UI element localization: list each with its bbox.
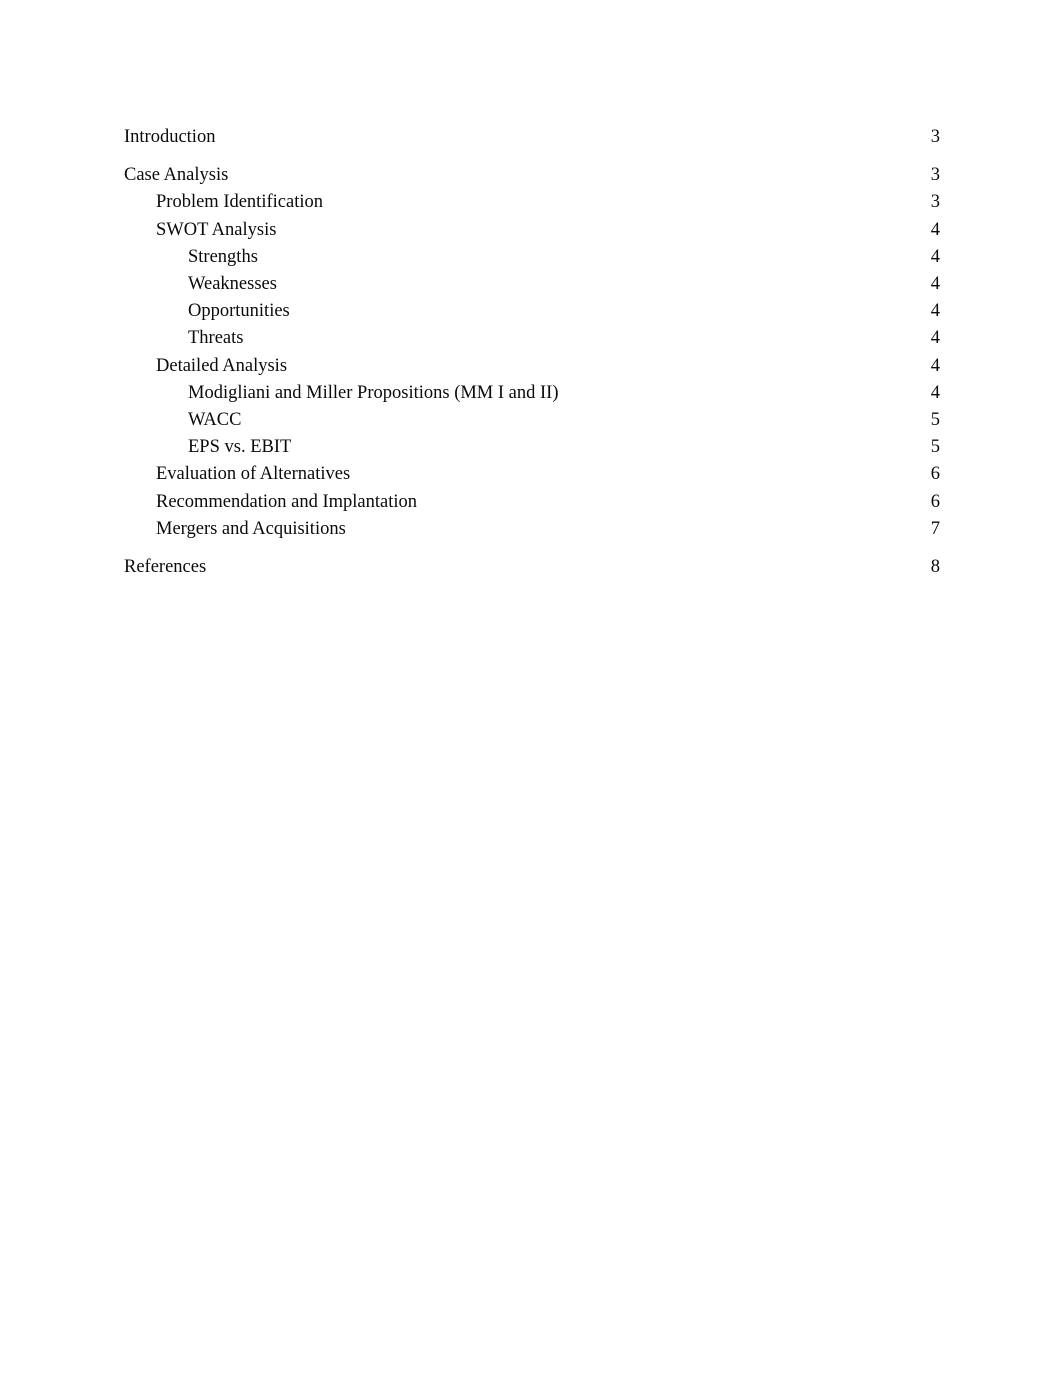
- toc-entry[interactable]: Case Analysis 3: [124, 162, 940, 189]
- toc-entry-page-number: 6: [930, 464, 940, 485]
- toc-entry[interactable]: Detailed Analysis 4: [124, 353, 940, 380]
- toc-entry-page-number: 6: [930, 491, 940, 512]
- toc-entry[interactable]: SWOT Analysis 4: [124, 217, 940, 244]
- toc-entry-title: Case Analysis: [124, 165, 229, 186]
- toc-entry-page-number: 3: [930, 192, 940, 213]
- toc-entry[interactable]: Strengths 4: [124, 244, 940, 271]
- toc-entry-page-number: 4: [930, 382, 940, 403]
- toc-entry-title: References: [124, 557, 207, 578]
- toc-entry-title: Modigliani and Miller Propositions (MM I…: [188, 382, 559, 403]
- toc-entry[interactable]: EPS vs. EBIT 5: [124, 434, 940, 461]
- toc-entry-title: Threats: [188, 328, 244, 349]
- toc-entry-page-number: 3: [930, 165, 940, 186]
- toc-entry-page-number: 4: [930, 328, 940, 349]
- toc-entry-title: Mergers and Acquisitions: [156, 518, 346, 539]
- toc-entry[interactable]: Problem Identification 3: [124, 189, 940, 216]
- toc-entry-page-number: 8: [930, 557, 940, 578]
- toc-entry[interactable]: References 8: [124, 554, 940, 581]
- toc-entry[interactable]: Introduction 3: [124, 124, 940, 151]
- toc-entry-title: Recommendation and Implantation: [156, 491, 417, 512]
- toc-entry[interactable]: Weaknesses 4: [124, 271, 940, 298]
- toc-entry-page-number: 5: [930, 410, 940, 431]
- toc-entry[interactable]: Mergers and Acquisitions 7: [124, 516, 940, 543]
- document-page: Introduction 3 Case Analysis 3 Problem Ident…: [0, 0, 1062, 1376]
- toc-entry-title: Opportunities: [188, 301, 290, 322]
- toc-entry-page-number: 7: [930, 518, 940, 539]
- toc-entry-title: Detailed Analysis: [156, 355, 288, 376]
- toc-entry[interactable]: Opportunities 4: [124, 298, 940, 325]
- toc-entry-title: Weaknesses: [188, 274, 277, 295]
- toc-entry-page-number: 4: [930, 355, 940, 376]
- table-of-contents: Introduction 3 Case Analysis 3 Problem Ident…: [124, 124, 940, 581]
- toc-entry-page-number: 3: [930, 127, 940, 147]
- toc-entry-page-number: 4: [930, 246, 940, 267]
- toc-entry-title: Evaluation of Alternatives: [156, 464, 351, 485]
- toc-entry-title: SWOT Analysis: [156, 219, 277, 240]
- toc-entry-page-number: 4: [930, 301, 940, 322]
- toc-entry-page-number: 4: [930, 219, 940, 240]
- toc-entry-page-number: 4: [930, 274, 940, 295]
- toc-entry[interactable]: Evaluation of Alternatives 6: [124, 461, 940, 488]
- toc-entry-title: Strengths: [188, 246, 258, 267]
- toc-entry[interactable]: Threats 4: [124, 325, 940, 352]
- toc-entry[interactable]: Modigliani and Miller Propositions (MM I…: [124, 380, 940, 407]
- toc-entry-title: Problem Identification: [156, 192, 323, 213]
- toc-entry-title: Introduction: [124, 127, 216, 147]
- toc-entry[interactable]: Recommendation and Implantation 6: [124, 489, 940, 516]
- toc-entry-title: WACC: [188, 410, 242, 431]
- toc-entry[interactable]: WACC 5: [124, 407, 940, 434]
- toc-entry-page-number: 5: [930, 437, 940, 458]
- toc-entry-title: EPS vs. EBIT: [188, 437, 292, 458]
